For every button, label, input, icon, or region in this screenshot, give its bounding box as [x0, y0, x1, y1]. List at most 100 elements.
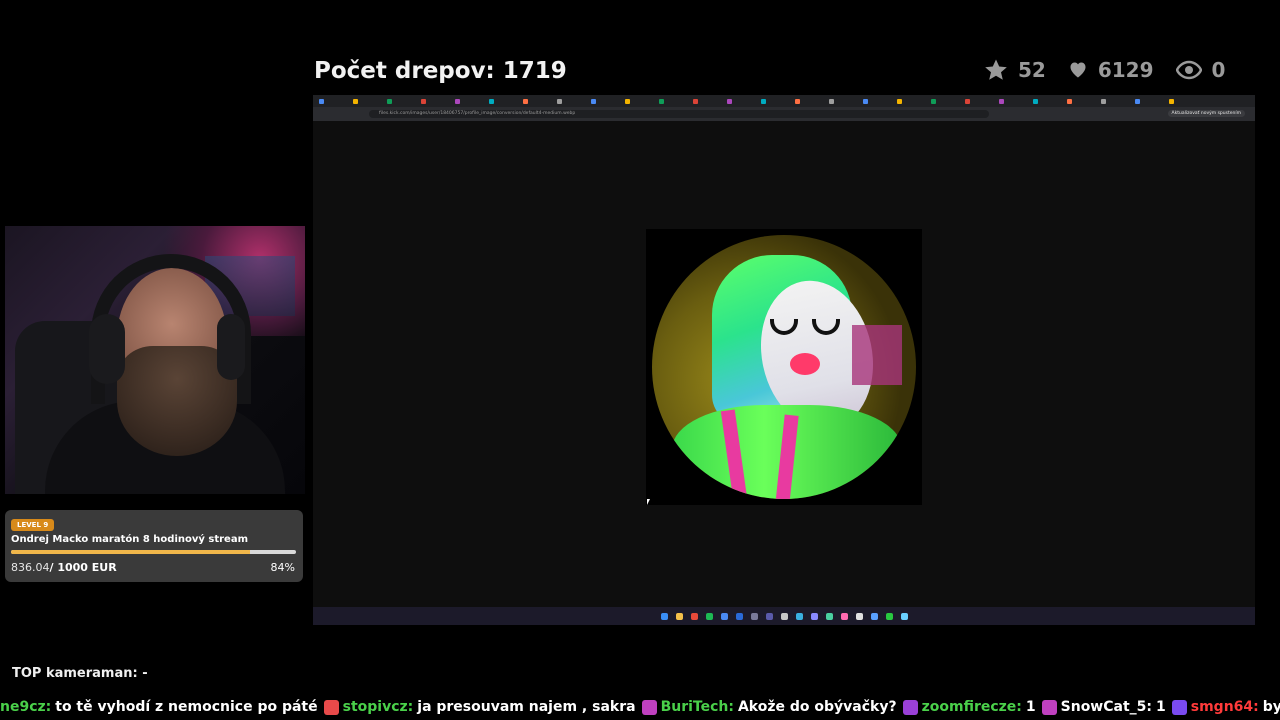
browser-tab[interactable]: [693, 97, 721, 105]
browser-tab[interactable]: [591, 97, 619, 105]
stars-count: 52: [1018, 58, 1046, 82]
eye-icon: [1175, 60, 1202, 80]
stream-stats: 52 6129 0: [984, 58, 1247, 82]
tab-favicon-icon: [591, 98, 596, 104]
taskbar-app-icon[interactable]: [825, 612, 833, 620]
taskbar-app-icon[interactable]: [750, 612, 758, 620]
tab-favicon-icon: [931, 98, 936, 104]
taskbar-app-icon[interactable]: [675, 612, 683, 620]
tab-favicon-icon: [795, 98, 800, 104]
browser-tab[interactable]: [387, 97, 415, 105]
taskbar-app-icon[interactable]: [735, 612, 743, 620]
browser-tab[interactable]: [795, 97, 823, 105]
chat-text: ja presouvam najem , sakra: [417, 699, 636, 715]
heart-icon: [1070, 62, 1086, 78]
tab-favicon-icon: [761, 98, 766, 104]
chat-username: stopivcz:: [342, 699, 414, 715]
browser-tab[interactable]: [1169, 97, 1197, 105]
taskbar-app-icon[interactable]: [780, 612, 788, 620]
taskbar-app-icon[interactable]: [840, 612, 848, 620]
taskbar-app-icon[interactable]: [885, 612, 893, 620]
webcam-feed: [5, 226, 305, 494]
chat-badge-icon: [323, 699, 339, 715]
browser-tab[interactable]: [897, 97, 925, 105]
tab-favicon-icon: [557, 98, 562, 104]
goal-progress-fill: [11, 550, 251, 554]
browser-tab[interactable]: [829, 97, 857, 105]
goal-level-badge: LEVEL 9: [11, 519, 55, 531]
tab-favicon-icon: [999, 98, 1004, 104]
goal-name: Ondrej Macko maratón 8 hodinový stream: [11, 534, 248, 545]
taskbar-app-icon[interactable]: [690, 612, 698, 620]
browser-tab[interactable]: [319, 97, 347, 105]
browser-tab[interactable]: [999, 97, 1027, 105]
tab-favicon-icon: [489, 98, 494, 104]
tab-favicon-icon: [1067, 98, 1072, 104]
tab-favicon-icon: [421, 98, 426, 104]
browser-tab[interactable]: [1067, 97, 1095, 105]
tab-favicon-icon: [387, 98, 392, 104]
chat-message: smgn64:bye: [1171, 699, 1280, 715]
chat-text: Akože do obývačky?: [737, 699, 897, 715]
tab-favicon-icon: [965, 98, 970, 104]
browser-tab[interactable]: [523, 97, 551, 105]
tab-favicon-icon: [829, 98, 834, 104]
browser-tab[interactable]: [557, 97, 585, 105]
browser-tab[interactable]: [1033, 97, 1061, 105]
tab-favicon-icon: [353, 98, 358, 104]
tab-favicon-icon: [1101, 98, 1106, 104]
goal-percent: 84%: [270, 561, 295, 574]
donation-goal: LEVEL 9 Ondrej Macko maratón 8 hodinový …: [5, 510, 303, 582]
browser-tab-bar[interactable]: [313, 95, 1255, 107]
taskbar-app-icon[interactable]: [705, 612, 713, 620]
browser-tab[interactable]: [965, 97, 993, 105]
browser-tab[interactable]: [455, 97, 483, 105]
screen-share: files.kick.com/images/user/18406757/prof…: [313, 95, 1255, 625]
browser-tab[interactable]: [931, 97, 959, 105]
browser-tab[interactable]: [1135, 97, 1163, 105]
taskbar-app-icon[interactable]: [795, 612, 803, 620]
top-cameraman: TOP kameraman: -: [12, 666, 148, 681]
taskbar-app-icon[interactable]: [765, 612, 773, 620]
tab-favicon-icon: [455, 98, 460, 104]
tab-favicon-icon: [1033, 98, 1038, 104]
profile-image: [652, 235, 916, 499]
browser-tab[interactable]: [625, 97, 653, 105]
taskbar-app-icon[interactable]: [720, 612, 728, 620]
chat-text: to tě vyhodí z nemocnice po páté: [55, 699, 318, 715]
tab-favicon-icon: [625, 98, 630, 104]
chat-username: smgn64:: [1190, 699, 1259, 715]
browser-tab[interactable]: [353, 97, 381, 105]
tab-favicon-icon: [863, 98, 868, 104]
goal-amount: 836.04/ 1000 EUR: [11, 561, 117, 574]
browser-tab[interactable]: [761, 97, 789, 105]
chat-message: SnowCat_5: 1: [1041, 699, 1166, 715]
taskbar-app-icon[interactable]: [660, 612, 668, 620]
update-button[interactable]: Aktualizovať novým spustením: [1167, 110, 1245, 117]
chat-message: zoomfirecze: 1: [902, 699, 1036, 715]
chat-username: zoomfirecze:: [921, 699, 1022, 715]
tab-favicon-icon: [319, 98, 324, 104]
chat-username: ne9cz:: [0, 699, 52, 715]
windows-taskbar[interactable]: [313, 607, 1255, 625]
browser-tab[interactable]: [1101, 97, 1129, 105]
chat-badge-icon: [1171, 699, 1187, 715]
chat-badge-icon: [641, 699, 657, 715]
chat-text: 1: [1156, 699, 1166, 715]
browser-tab[interactable]: [489, 97, 517, 105]
taskbar-app-icon[interactable]: [855, 612, 863, 620]
taskbar-app-icon[interactable]: [870, 612, 878, 620]
browser-address-bar[interactable]: files.kick.com/images/user/18406757/prof…: [313, 107, 1255, 121]
browser-tab[interactable]: [659, 97, 687, 105]
taskbar-app-icon[interactable]: [810, 612, 818, 620]
browser-tab[interactable]: [421, 97, 449, 105]
stream-title: Počet drepov: 1719: [314, 58, 567, 84]
taskbar-app-icon[interactable]: [900, 612, 908, 620]
browser-tab[interactable]: [727, 97, 755, 105]
browser-tab[interactable]: [863, 97, 891, 105]
tab-favicon-icon: [1135, 98, 1140, 104]
chat-badge-icon: [902, 699, 918, 715]
star-icon: [985, 59, 1007, 80]
chat-username: BuriTech:: [660, 699, 734, 715]
url-field[interactable]: files.kick.com/images/user/18406757/prof…: [369, 110, 989, 118]
